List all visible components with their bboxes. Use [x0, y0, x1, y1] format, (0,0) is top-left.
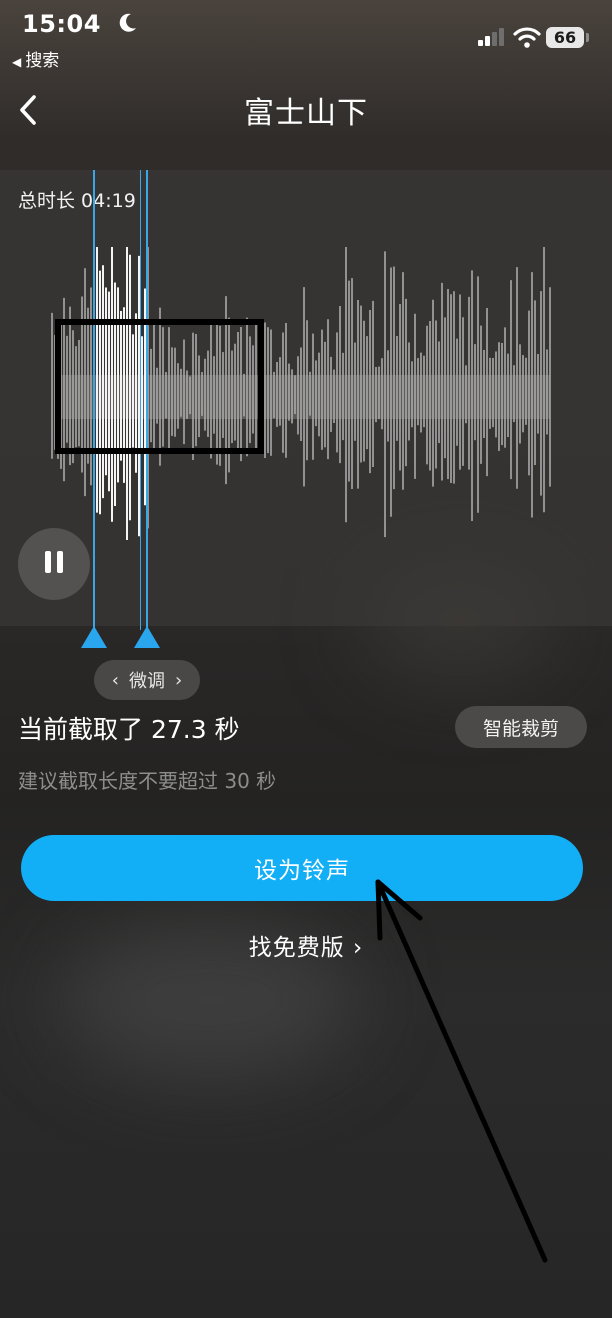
wifi-icon: [513, 27, 541, 48]
status-time: 15:04: [22, 10, 101, 38]
waveform-bars: [51, 247, 551, 540]
back-app-label: 搜索: [25, 51, 60, 71]
back-to-app-link[interactable]: ◀ 搜索: [12, 46, 59, 71]
total-duration: 总时长 04:19: [18, 190, 136, 212]
pause-icon: [42, 551, 66, 577]
page-title: 富士山下: [244, 96, 368, 131]
trim-end-line: [146, 170, 148, 630]
cellular-signal-icon: [478, 28, 504, 46]
fine-tune-button[interactable]: ‹ 微调 ›: [94, 660, 200, 700]
clip-length-text: 当前截取了 27.3 秒: [18, 715, 240, 744]
chevron-left-small-icon: ‹: [111, 669, 119, 691]
chevron-right-small-icon: ›: [175, 669, 183, 691]
status-bar: 15:04 ◀ 搜索 66: [0, 0, 612, 71]
trim-end-handle[interactable]: [134, 626, 160, 648]
trim-start-handle[interactable]: [81, 626, 107, 648]
pause-button[interactable]: [18, 528, 90, 600]
battery-tip: [586, 33, 589, 42]
battery-icon: 66: [546, 27, 584, 48]
set-ringtone-button[interactable]: 设为铃声: [21, 835, 583, 901]
find-free-version-link[interactable]: 找免费版 ›: [0, 928, 612, 962]
back-triangle-icon: ◀: [12, 55, 22, 69]
trim-start-line: [93, 170, 95, 630]
audio-waveform[interactable]: [0, 240, 612, 540]
trim-playhead-line: [140, 170, 141, 630]
clip-length-hint: 建议截取长度不要超过 30 秒: [18, 769, 277, 793]
moon-icon: [119, 13, 136, 32]
smart-trim-button[interactable]: 智能裁剪: [455, 706, 587, 748]
fine-tune-label: 微调: [129, 671, 165, 692]
